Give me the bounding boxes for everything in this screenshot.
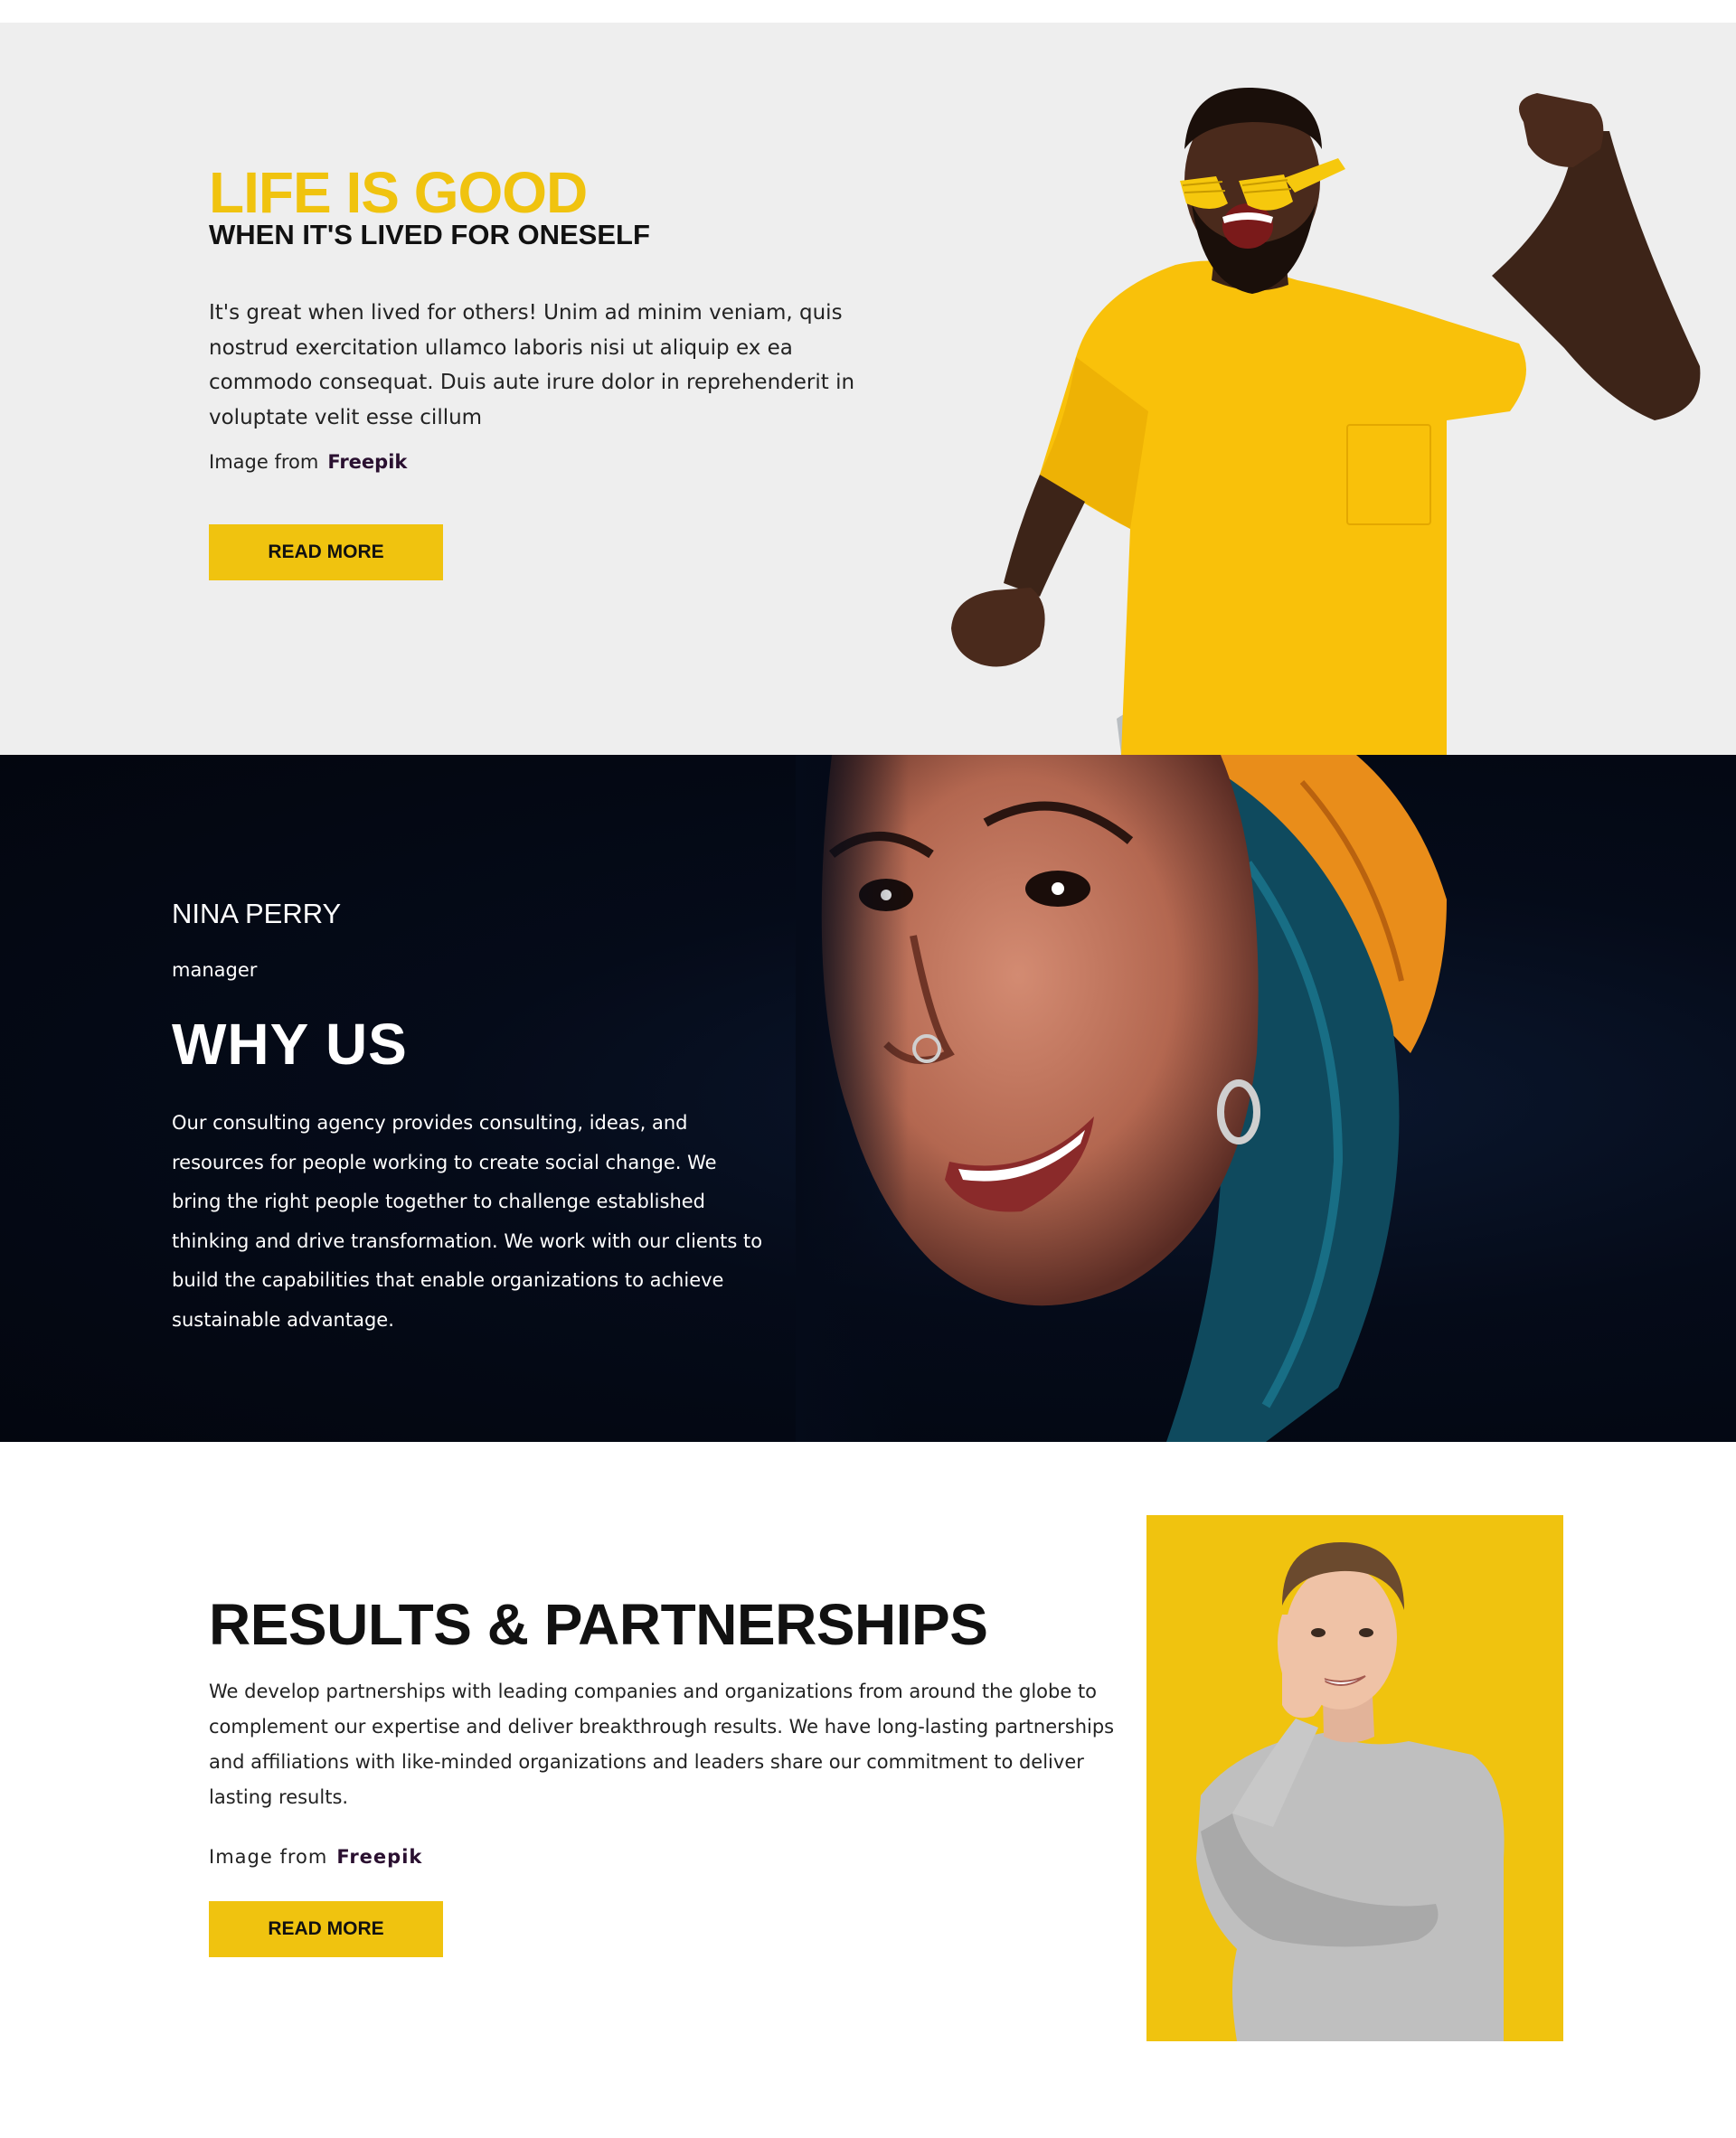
person-role: manager bbox=[172, 959, 258, 981]
freepik-link[interactable]: Freepik bbox=[336, 1846, 422, 1868]
why-us-body-text: Our consulting agency provides consultin… bbox=[172, 1112, 763, 1331]
hero-subtitle: WHEN IT'S LIVED FOR ONESELF bbox=[209, 219, 650, 250]
hero-image-credit: Image from Freepik bbox=[209, 451, 407, 473]
person-name: NINA PERRY bbox=[172, 898, 342, 929]
results-image-credit: Image from Freepik bbox=[209, 1846, 422, 1868]
man-in-grey-sweater-photo bbox=[1146, 1515, 1563, 2041]
credit-prefix: Image from bbox=[209, 451, 319, 473]
results-body-text: We develop partnerships with leading com… bbox=[209, 1681, 1115, 1808]
results-title: RESULTS & PARTNERSHIPS bbox=[209, 1592, 988, 1657]
hero-section: LIFE IS GOOD WHEN IT'S LIVED FOR ONESELF… bbox=[0, 23, 1736, 755]
man-in-yellow-shirt-photo bbox=[940, 23, 1736, 755]
hero-title: LIFE IS GOOD bbox=[209, 160, 588, 225]
freepik-link[interactable]: Freepik bbox=[327, 451, 407, 473]
hero-body-text: It's great when lived for others! Unim a… bbox=[209, 301, 855, 429]
credit-prefix: Image from bbox=[209, 1846, 328, 1868]
smiling-woman-portrait-photo bbox=[796, 755, 1736, 1442]
why-us-section: NINA PERRY manager WHY US Our consulting… bbox=[0, 755, 1736, 1442]
results-section: RESULTS & PARTNERSHIPS We develop partne… bbox=[0, 1442, 1736, 2138]
results-read-more-button[interactable]: READ MORE bbox=[209, 1901, 443, 1957]
hero-read-more-button[interactable]: READ MORE bbox=[209, 524, 443, 580]
why-us-title: WHY US bbox=[172, 1012, 408, 1077]
